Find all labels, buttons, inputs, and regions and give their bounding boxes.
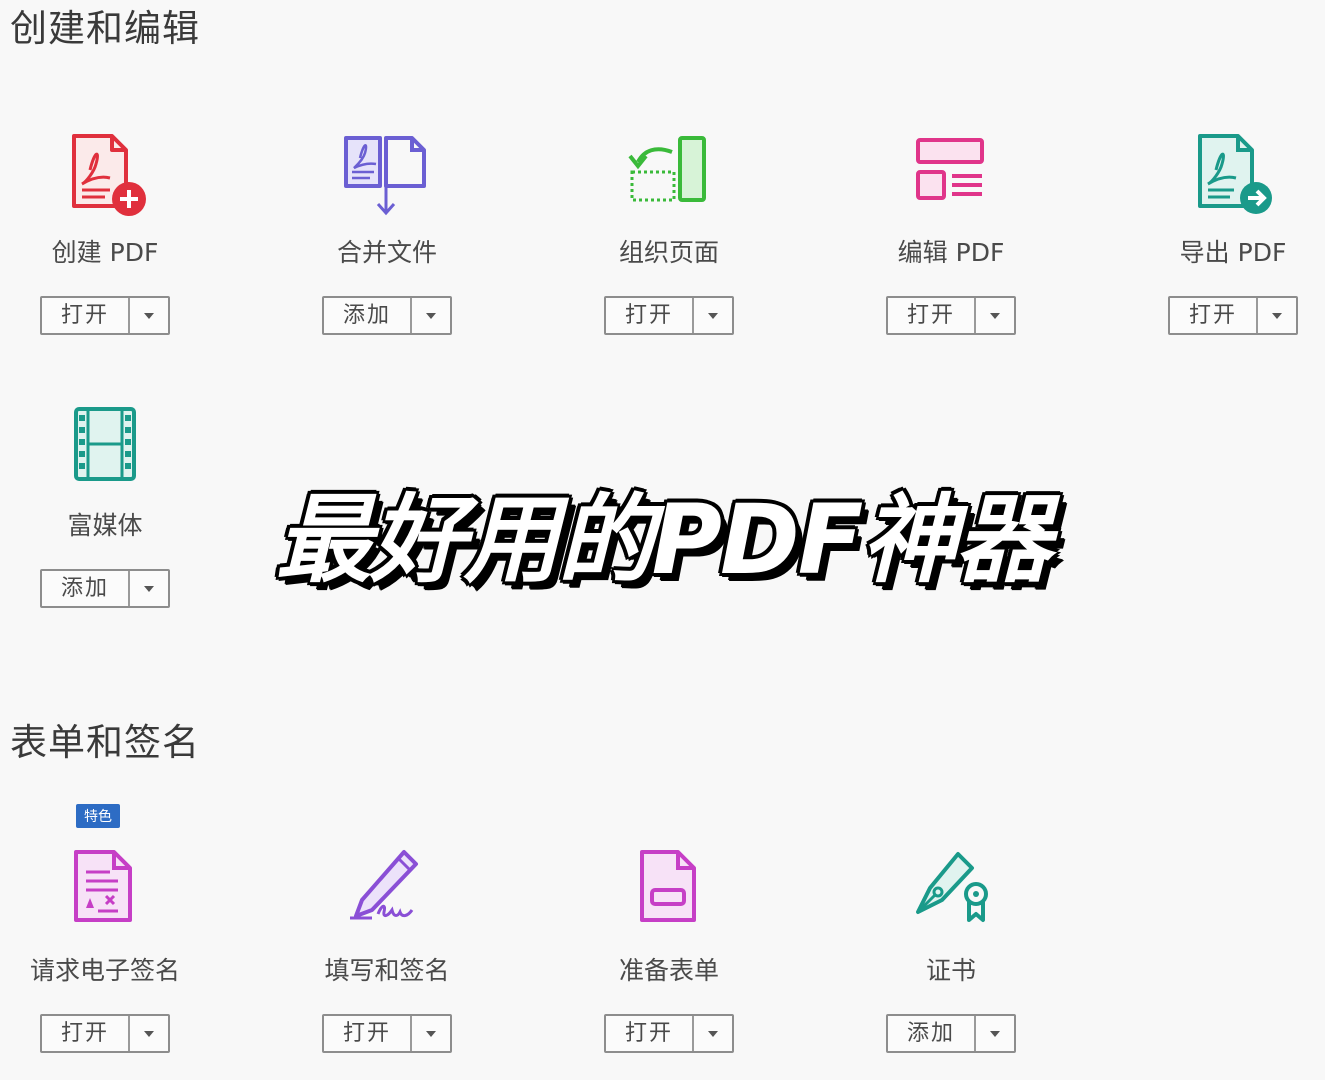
chevron-down-icon bbox=[144, 1030, 154, 1037]
tool-name: 填写和签名 bbox=[324, 956, 450, 985]
tool-certificates[interactable]: 证书 添加 bbox=[851, 838, 1051, 1053]
fill-sign-icon bbox=[332, 838, 442, 948]
chevron-down-icon bbox=[144, 312, 154, 319]
chevron-down-icon bbox=[708, 1030, 718, 1037]
create-pdf-icon bbox=[50, 120, 160, 230]
edit-pdf-open-button[interactable]: 打开 bbox=[888, 298, 976, 333]
tool-request-signature[interactable]: 特色 请求电子签名 打开 bbox=[5, 804, 205, 1053]
combine-files-split-button[interactable]: 添加 bbox=[322, 296, 452, 335]
create-pdf-dropdown-button[interactable] bbox=[130, 298, 168, 333]
organize-pages-icon bbox=[614, 120, 724, 230]
tool-organize-pages[interactable]: 组织页面 打开 bbox=[569, 120, 769, 335]
featured-badge: 特色 bbox=[76, 804, 120, 828]
edit-pdf-split-button[interactable]: 打开 bbox=[886, 296, 1016, 335]
tool-prepare-form[interactable]: 准备表单 打开 bbox=[569, 838, 769, 1053]
tool-name: 创建 PDF bbox=[51, 238, 159, 267]
chevron-down-icon bbox=[990, 1030, 1000, 1037]
combine-files-icon bbox=[332, 120, 442, 230]
certificates-add-button[interactable]: 添加 bbox=[888, 1016, 976, 1051]
combine-files-dropdown-button[interactable] bbox=[412, 298, 450, 333]
chevron-down-icon bbox=[1272, 312, 1282, 319]
tool-fill-sign[interactable]: 填写和签名 打开 bbox=[287, 838, 487, 1053]
tool-edit-pdf[interactable]: 编辑 PDF 打开 bbox=[851, 120, 1051, 335]
tool-export-pdf[interactable]: 导出 PDF 打开 bbox=[1133, 120, 1325, 335]
tool-name: 导出 PDF bbox=[1179, 238, 1287, 267]
fill-sign-split-button[interactable]: 打开 bbox=[322, 1014, 452, 1053]
tool-name: 请求电子签名 bbox=[29, 956, 180, 985]
export-pdf-split-button[interactable]: 打开 bbox=[1168, 296, 1298, 335]
organize-pages-split-button[interactable]: 打开 bbox=[604, 296, 734, 335]
export-pdf-open-button[interactable]: 打开 bbox=[1170, 298, 1258, 333]
certificate-icon bbox=[896, 838, 1006, 948]
fill-sign-dropdown-button[interactable] bbox=[412, 1016, 450, 1051]
prepare-form-dropdown-button[interactable] bbox=[694, 1016, 732, 1051]
certificates-dropdown-button[interactable] bbox=[976, 1016, 1014, 1051]
create-pdf-split-button[interactable]: 打开 bbox=[40, 296, 170, 335]
combine-files-add-button[interactable]: 添加 bbox=[324, 298, 412, 333]
request-signature-icon bbox=[50, 838, 160, 948]
request-signature-open-button[interactable]: 打开 bbox=[42, 1016, 130, 1051]
fill-sign-open-button[interactable]: 打开 bbox=[324, 1016, 412, 1051]
prepare-form-icon bbox=[614, 838, 724, 948]
tool-name: 证书 bbox=[925, 956, 976, 985]
edit-pdf-dropdown-button[interactable] bbox=[976, 298, 1014, 333]
chevron-down-icon bbox=[708, 312, 718, 319]
tool-name: 组织页面 bbox=[618, 238, 719, 267]
section-title-forms-signatures: 表单和签名 bbox=[10, 721, 200, 764]
chevron-down-icon bbox=[990, 312, 1000, 319]
create-pdf-open-button[interactable]: 打开 bbox=[42, 298, 130, 333]
certificates-split-button[interactable]: 添加 bbox=[886, 1014, 1016, 1053]
tool-name: 准备表单 bbox=[618, 956, 719, 985]
edit-pdf-icon bbox=[896, 120, 1006, 230]
chevron-down-icon bbox=[426, 312, 436, 319]
prepare-form-split-button[interactable]: 打开 bbox=[604, 1014, 734, 1053]
chevron-down-icon bbox=[426, 1030, 436, 1037]
request-signature-dropdown-button[interactable] bbox=[130, 1016, 168, 1051]
tool-create-pdf[interactable]: 创建 PDF 打开 bbox=[5, 120, 205, 335]
tool-combine-files[interactable]: 合并文件 添加 bbox=[287, 120, 487, 335]
export-pdf-icon bbox=[1178, 120, 1288, 230]
export-pdf-dropdown-button[interactable] bbox=[1258, 298, 1296, 333]
organize-pages-dropdown-button[interactable] bbox=[694, 298, 732, 333]
prepare-form-open-button[interactable]: 打开 bbox=[606, 1016, 694, 1051]
organize-pages-open-button[interactable]: 打开 bbox=[606, 298, 694, 333]
tool-name: 编辑 PDF bbox=[897, 238, 1005, 267]
request-signature-split-button[interactable]: 打开 bbox=[40, 1014, 170, 1053]
overlay-caption: 最好用的PDF神器 bbox=[275, 484, 1052, 596]
section-title-create-edit: 创建和编辑 bbox=[10, 7, 200, 50]
tool-name: 合并文件 bbox=[336, 238, 437, 267]
